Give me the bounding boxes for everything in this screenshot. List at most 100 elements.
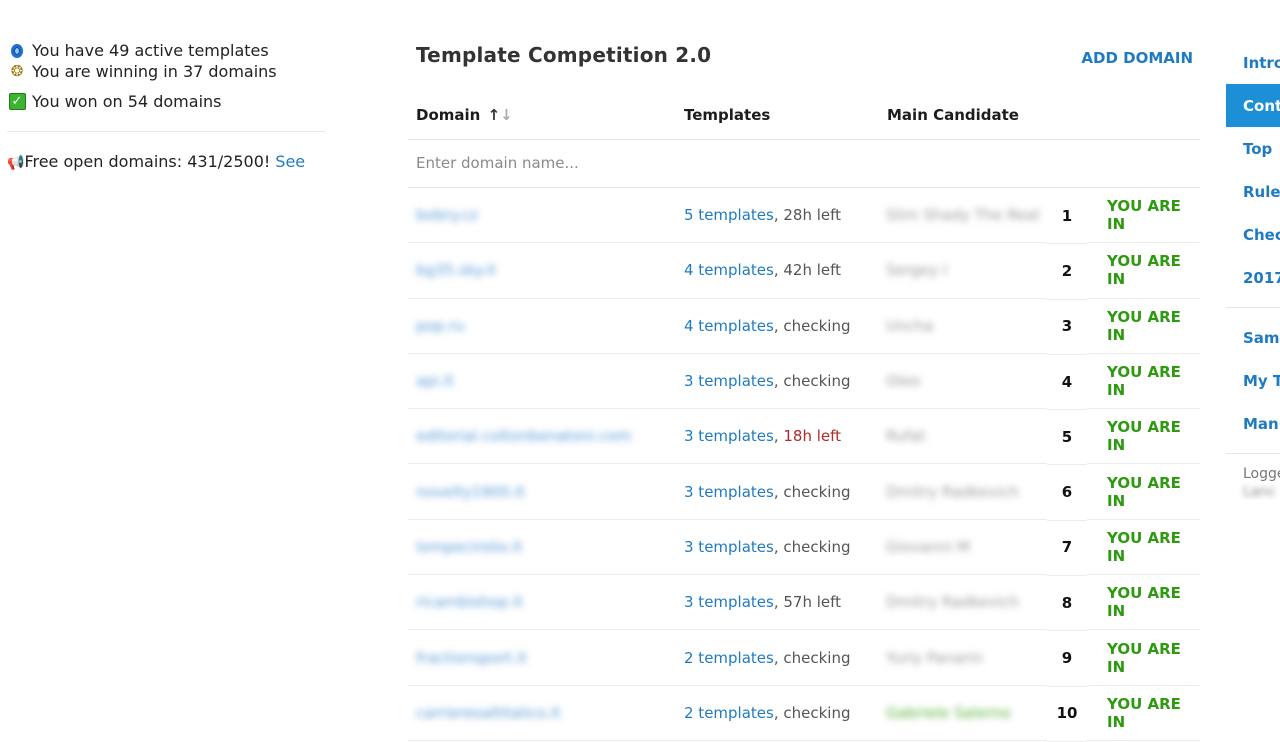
rank: 2 (1047, 243, 1087, 300)
status-badge: YOU ARE IN (1087, 575, 1200, 631)
domain-link[interactable]: novelty1900.it (416, 483, 525, 501)
templates-link[interactable]: 3 templates (684, 593, 774, 611)
templates-link[interactable]: 3 templates (684, 372, 774, 390)
table-row: bobry.cz 5 templates, ​28h left Slim Shady… (408, 188, 1200, 245)
see-link[interactable]: See (275, 152, 305, 171)
logged-in-label: Logge (1243, 466, 1280, 482)
rank: 3 (1047, 299, 1087, 355)
nav-item[interactable]: My T (1226, 359, 1280, 402)
table-row: lompecirolio.it 3 templates, ​checking Gio… (408, 520, 1200, 577)
templates-link[interactable]: 2 templates (684, 649, 774, 667)
status-panel: You have 49 active templates ❂ You are w… (7, 40, 325, 172)
templates-link[interactable]: 2 templates (684, 704, 774, 722)
table-body: bobry.cz 5 templates, ​28h left Slim Shady… (408, 188, 1200, 742)
rank: 10 (1047, 686, 1087, 742)
status-badge: YOU ARE IN (1087, 409, 1200, 465)
domain-link[interactable]: bobry.cz (416, 206, 478, 224)
nav-divider (1226, 453, 1280, 454)
templates-link[interactable]: 3 templates (684, 538, 774, 556)
header-templates: Templates (684, 106, 771, 124)
search-row (408, 140, 1200, 188)
templates-cell: 3 templates, ​checking (656, 464, 876, 520)
nav-item[interactable]: Manu (1226, 402, 1280, 445)
header-candidate: Main Candidate (887, 106, 1019, 124)
status-badge: YOU ARE IN (1087, 630, 1200, 686)
add-domain-button[interactable]: ADD DOMAIN (1081, 49, 1193, 67)
nav-item[interactable]: Chec (1226, 213, 1280, 256)
domain-cell: pop.ru (408, 299, 656, 354)
right-nav: IntroContTopRulesChec2017 SampMy TManu L… (1226, 41, 1280, 500)
domain-link[interactable]: pop.ru (416, 317, 465, 335)
templates-separator: , (773, 648, 784, 667)
domain-cell: api.it (408, 354, 656, 410)
time-left: checking (783, 316, 851, 335)
domain-cell: carrieresaltitalico.it (408, 686, 656, 741)
templates-cell: 3 templates, ​checking (656, 520, 876, 576)
templates-link[interactable]: 5 templates (684, 206, 774, 224)
status-badge: YOU ARE IN (1087, 188, 1200, 244)
templates-cell: 3 templates, ​57h left (656, 575, 876, 631)
templates-cell: 4 templates, ​42h left (656, 243, 876, 299)
templates-cell: 2 templates, ​checking (656, 630, 876, 686)
candidate-name: Oleo (886, 372, 921, 391)
table-row: api.it 3 templates, ​checking Oleo 4YOU ARE… (408, 354, 1200, 411)
domain-link[interactable]: lompecirolio.it (416, 538, 522, 556)
domain-cell: fractionsport.it (408, 630, 656, 686)
candidate-cell: Yuriy Panarin (876, 630, 1047, 686)
domain-link[interactable]: fractionsport.it (416, 649, 527, 667)
domain-cell: editorial.coltonbenatoni.com (408, 409, 656, 465)
nav-item[interactable]: 2017 (1226, 256, 1280, 299)
domain-cell: ricambishop.it (408, 575, 656, 631)
domain-link[interactable]: ricambishop.it (416, 593, 523, 611)
nav-item[interactable]: Rules (1226, 170, 1280, 213)
candidate-cell: Slim Shady The Real (876, 188, 1047, 244)
status-badge: YOU ARE IN (1087, 354, 1200, 410)
free-domains-line: 📢 Free open domains: 431/2500! See (7, 150, 325, 172)
candidate-cell: Gabriele Salerno (876, 686, 1047, 741)
templates-cell: 3 templates, ​18h left (656, 409, 876, 465)
time-left: checking (783, 703, 851, 722)
domain-cell: novelty1900.it (408, 464, 656, 520)
page-title: Template Competition 2.0 (416, 43, 712, 67)
time-left: checking (783, 537, 851, 556)
templates-link[interactable]: 3 templates (684, 427, 774, 445)
rank: 9 (1047, 630, 1087, 687)
medal-icon: ❂ (10, 62, 24, 80)
rank: 5 (1047, 409, 1087, 466)
nav-item[interactable]: Cont (1226, 84, 1280, 127)
templates-separator: , (773, 427, 784, 446)
sort-icon[interactable]: ↑↓ (488, 106, 513, 124)
table-row: editorial.coltonbenatoni.com 3 templates,… (408, 409, 1200, 466)
nav-item[interactable]: Intro (1226, 41, 1280, 84)
header-domain[interactable]: Domain ↑↓ (416, 106, 513, 124)
check-icon: ✓ (7, 93, 27, 111)
templates-separator: , (773, 537, 784, 556)
templates-link[interactable]: 4 templates (684, 261, 774, 279)
status-badge: YOU ARE IN (1087, 243, 1200, 299)
status-badge: YOU ARE IN (1087, 686, 1200, 741)
domain-search-input[interactable] (408, 140, 1196, 186)
status-badge: YOU ARE IN (1087, 520, 1200, 576)
domain-link[interactable]: api.it (416, 372, 454, 390)
time-left: 57h left (783, 593, 842, 612)
table-row: bg35.sky.it 4 templates, ​42h left Sergey … (408, 243, 1200, 300)
logged-in-user: Lanc (1243, 484, 1276, 500)
candidate-name: Dmitry Radkevich (886, 593, 1020, 612)
candidate-name: Slim Shady The Real (886, 206, 1040, 225)
templates-link[interactable]: 4 templates (684, 317, 774, 335)
domain-link[interactable]: editorial.coltonbenatoni.com (416, 427, 632, 445)
candidate-name: Gabriele Salerno (886, 703, 1011, 722)
domain-cell: bobry.cz (408, 188, 656, 244)
candidate-cell: Dmitry Radkevich (876, 464, 1047, 520)
domain-link[interactable]: carrieresaltitalico.it (416, 704, 561, 722)
domain-link[interactable]: bg35.sky.it (416, 261, 496, 279)
nav-item[interactable]: Samp (1226, 316, 1280, 359)
divider (7, 131, 325, 132)
candidate-name: Dmitry Radkevich (886, 482, 1020, 501)
templates-separator: , (773, 593, 784, 612)
templates-separator: , (773, 482, 784, 501)
templates-link[interactable]: 3 templates (684, 483, 774, 501)
won-text: You won on 54 domains (32, 92, 222, 111)
ring-icon (7, 42, 27, 60)
nav-item[interactable]: Top (1226, 127, 1280, 170)
